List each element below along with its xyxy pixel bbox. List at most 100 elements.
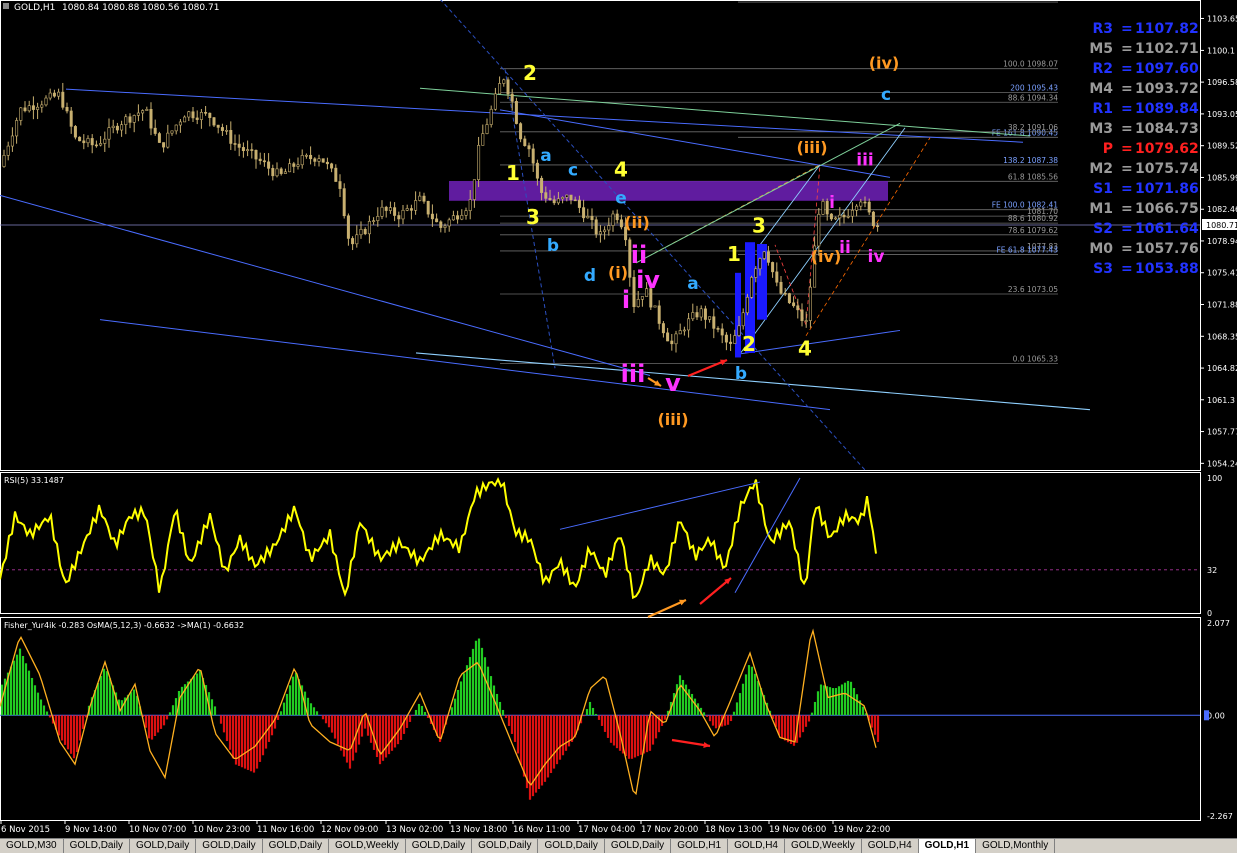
candle-body	[267, 161, 271, 169]
pivot-value: 1053.88	[1135, 261, 1199, 277]
candles	[2, 76, 880, 353]
candle-body	[754, 268, 758, 278]
wave-label: c	[881, 85, 891, 105]
candle-body	[439, 221, 443, 228]
candle-body	[867, 201, 871, 213]
time-tick-label: 13 Nov 18:00	[450, 825, 507, 835]
candle-body	[712, 316, 716, 329]
candle-body	[527, 145, 531, 150]
chart-tab[interactable]: GOLD,H1	[671, 839, 729, 853]
candle-body	[229, 129, 233, 144]
price-axis: 1103.65 1100.1 1096.58 1093.05 1089.52 1085.9…	[1200, 14, 1237, 468]
time-tick-label: 17 Nov 20:00	[641, 825, 698, 835]
rsi-title: RSI(5) 33.1487	[4, 476, 64, 485]
wave-label: c	[568, 161, 578, 181]
chart-tab[interactable]: GOLD,M30	[0, 839, 64, 853]
wave-label: v	[665, 369, 681, 397]
candle-body	[153, 127, 157, 134]
wave-label: 4	[798, 337, 812, 361]
chart-tab[interactable]: GOLD,Daily	[263, 839, 330, 853]
pivot-value: 1089.84	[1135, 101, 1199, 117]
candle-body	[829, 213, 833, 220]
chart-tab[interactable]: GOLD,Monthly	[976, 839, 1056, 853]
pivot-label: S1	[1093, 181, 1113, 197]
chart-tab[interactable]: GOLD,Daily	[64, 839, 130, 853]
candle-body	[178, 121, 182, 126]
chart-tab[interactable]: GOLD,H4	[862, 839, 919, 853]
symbol-icon	[3, 3, 9, 9]
candle-body	[607, 225, 611, 231]
candle-body	[703, 308, 707, 320]
chart-tab[interactable]: GOLD,Daily	[472, 839, 539, 853]
candle-body	[409, 208, 413, 211]
candle-body	[842, 214, 846, 218]
candle-body	[477, 145, 481, 180]
candle-body	[334, 167, 338, 182]
pivot-equals: =	[1121, 201, 1133, 217]
candle-body	[241, 147, 245, 152]
chart-tab[interactable]: GOLD,Weekly	[785, 839, 862, 853]
chart-tab[interactable]: GOLD,Daily	[538, 839, 605, 853]
chart-tab[interactable]: GOLD,Weekly	[329, 839, 406, 853]
red-arrow-main	[687, 358, 728, 378]
chart-tab-bar: GOLD,M30 GOLD,Daily GOLD,Daily GOLD,Daily GO…	[0, 838, 1237, 853]
pivot-value: 1075.74	[1135, 161, 1199, 177]
candle-body	[422, 195, 426, 202]
wave-label: 4	[614, 157, 628, 181]
price-tick-label: 1078.94	[1207, 237, 1237, 246]
candle-body	[535, 162, 539, 179]
candle-body	[283, 171, 287, 174]
candle-body	[405, 208, 409, 211]
candle-body	[611, 213, 615, 226]
time-tick-label: 9 Nov 14:00	[65, 825, 117, 835]
trading-chart[interactable]: 261.8 1105.47100.0 1098.07200 1095.4388.…	[0, 0, 1237, 852]
fib-level-label: 38.2 1091.06	[1008, 123, 1058, 132]
chart-tab[interactable]: GOLD,H1	[918, 839, 977, 853]
price-tick-label: 1103.65	[1207, 14, 1237, 23]
pivot-value: 1102.71	[1135, 41, 1199, 57]
chart-symbol-title: GOLD,H1	[14, 3, 55, 13]
candle-body	[48, 92, 52, 99]
chart-tab[interactable]: GOLD,Daily	[130, 839, 197, 853]
candle-body	[199, 112, 203, 120]
pivot-equals: =	[1121, 21, 1133, 37]
candle-body	[850, 209, 854, 217]
fisher-title: Fisher_Yur4ik -0.283 OsMA(5,12,3) -0.663…	[4, 621, 244, 630]
candle-body	[82, 140, 86, 144]
candle-body	[834, 217, 838, 220]
candle-body	[561, 197, 565, 200]
candle-body	[258, 158, 262, 162]
pivot-label: R2	[1092, 61, 1113, 77]
time-tick-label: 13 Nov 02:00	[386, 825, 443, 835]
wave-channel-line-2	[759, 164, 821, 246]
candle-body	[73, 126, 77, 138]
wave-label: (iv)	[811, 247, 842, 266]
fisher-tick-label: 2.077	[1207, 619, 1230, 628]
price-tick-label: 1093.05	[1207, 110, 1237, 119]
chart-canvas[interactable]: 261.8 1105.47100.0 1098.07200 1095.4388.…	[0, 0, 1237, 838]
pivot-value: 1084.73	[1135, 121, 1199, 137]
rsi-divergence-line	[559, 481, 761, 530]
candle-body	[808, 286, 812, 321]
candle-body	[6, 145, 10, 156]
candle-body	[187, 111, 191, 118]
chart-tab[interactable]: GOLD,Daily	[605, 839, 672, 853]
candle-body	[376, 216, 380, 221]
fib-level-label: 200 1095.43	[1010, 83, 1058, 92]
time-tick-label: 19 Nov 22:00	[833, 825, 890, 835]
candle-body	[632, 277, 636, 307]
pivot-equals: =	[1121, 181, 1133, 197]
chart-tab[interactable]: GOLD,H4	[728, 839, 785, 853]
time-tick-label: 6 Nov 2015	[1, 825, 50, 835]
wave-label: 3	[752, 213, 766, 237]
rsi-tick-label: 0	[1207, 609, 1212, 618]
rsi-tick-label: 32	[1207, 566, 1217, 575]
candle-body	[729, 341, 733, 344]
candle-body	[573, 199, 577, 202]
rsi-divergence-line	[734, 477, 801, 593]
candle-body	[502, 79, 506, 84]
candle-body	[233, 143, 237, 145]
candle-body	[876, 225, 880, 228]
chart-tab[interactable]: GOLD,Daily	[196, 839, 263, 853]
chart-tab[interactable]: GOLD,Daily	[406, 839, 473, 853]
